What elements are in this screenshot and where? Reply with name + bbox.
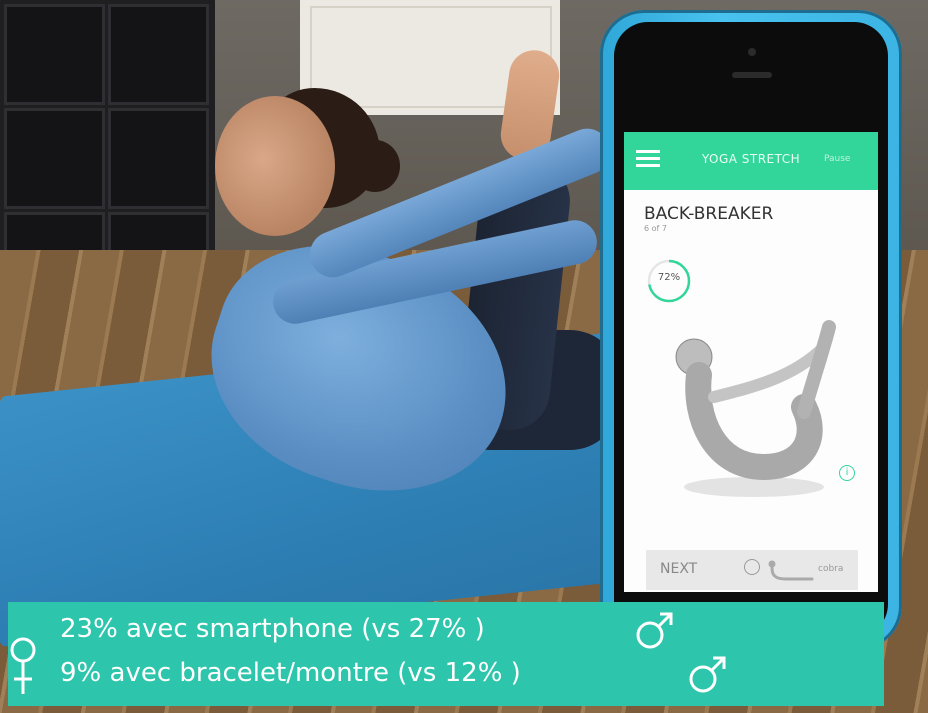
phone-speaker — [732, 72, 772, 78]
female-symbol-icon — [10, 637, 36, 694]
pose-position: 6 of 7 — [644, 224, 667, 233]
hamburger-menu-icon[interactable] — [636, 150, 660, 168]
stat-bracelet: 9% avec bracelet/montre (vs 12% ) — [60, 658, 521, 688]
stat-smartphone: 23% avec smartphone (vs 27% ) — [60, 614, 485, 644]
info-icon[interactable]: i — [839, 465, 855, 481]
woman-hair-bun — [350, 140, 400, 192]
smartphone: YOGA STRETCH Pause BACK-BREAKER 6 of 7 7… — [600, 10, 902, 650]
app-screen: YOGA STRETCH Pause BACK-BREAKER 6 of 7 7… — [624, 132, 878, 592]
next-pose-name: cobra — [818, 564, 844, 574]
app-title: YOGA STRETCH — [701, 152, 801, 166]
male-symbol-icon — [689, 656, 726, 693]
app-header: YOGA STRETCH Pause — [624, 132, 878, 190]
timer-icon — [744, 559, 760, 575]
pose-3d-figure — [675, 320, 836, 497]
front-camera — [748, 48, 756, 56]
male-symbol-icon — [636, 612, 673, 649]
caption-band: 23% avec smartphone (vs 27% ) 9% avec br… — [8, 602, 884, 706]
next-button[interactable]: NEXT — [660, 561, 697, 577]
pause-button[interactable]: Pause — [824, 154, 850, 164]
pose-title: BACK-BREAKER — [644, 204, 774, 224]
cobra-pose-icon — [768, 560, 814, 581]
next-bar[interactable]: NEXT cobra — [646, 550, 858, 590]
woman-face — [215, 96, 335, 236]
progress-percent: 72% — [657, 272, 681, 283]
